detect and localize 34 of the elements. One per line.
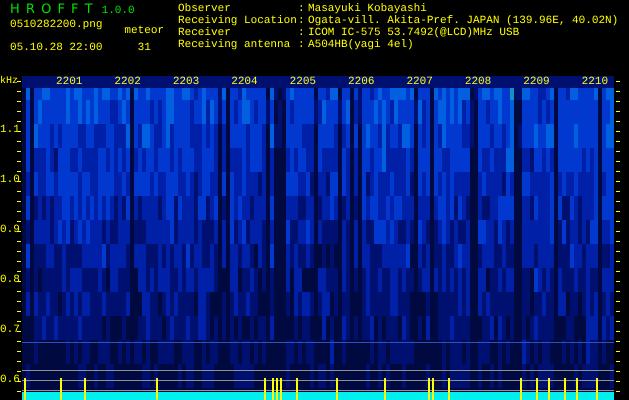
- time-label: 2201: [56, 76, 82, 88]
- info-separator: :: [298, 39, 306, 51]
- app-version: 1.0.0: [102, 5, 135, 17]
- info-label: Observer: [178, 3, 232, 15]
- time-label: 2205: [290, 76, 316, 88]
- meteor-count: 31: [138, 42, 151, 54]
- file-datetime: 05.10.28 22:00: [10, 42, 102, 54]
- app-name: H R O F F T: [10, 2, 94, 17]
- frequency-unit: kHz: [0, 76, 18, 87]
- info-value: ICOM IC-575 53.7492(@LCD)MHz USB: [308, 27, 520, 39]
- info-separator: :: [298, 15, 306, 27]
- info-separator: :: [298, 3, 306, 15]
- time-label: 2209: [523, 76, 550, 88]
- info-label: Receiving antenna: [178, 39, 292, 51]
- frequency-label: 0.9: [0, 224, 20, 236]
- info-value: Ogata-vill. Akita-Pref. JAPAN (139.96E, 40.02N): [308, 15, 618, 27]
- frequency-label: 0.6: [0, 374, 20, 386]
- time-label: 2206: [348, 76, 374, 88]
- time-label: 2204: [231, 76, 258, 88]
- time-label: 2210: [582, 76, 608, 88]
- info-label: Receiver: [178, 27, 232, 39]
- time-label: 2208: [464, 76, 492, 88]
- info-value: Masayuki Kobayashi: [308, 3, 427, 15]
- info-label: Receiving Location: [178, 15, 298, 27]
- info-separator: :: [298, 27, 306, 39]
- frequency-label: 1.0: [0, 174, 20, 186]
- file-name: 0510282200.png: [10, 19, 102, 31]
- time-label: 2207: [406, 76, 433, 88]
- time-label: 2203: [172, 76, 200, 88]
- time-label: 2202: [114, 76, 141, 88]
- frequency-label: 0.7: [0, 324, 20, 336]
- info-value: A504HB(yagi 4el): [308, 39, 414, 51]
- meteor-label: meteor: [124, 25, 164, 37]
- frequency-label: 0.8: [0, 274, 20, 286]
